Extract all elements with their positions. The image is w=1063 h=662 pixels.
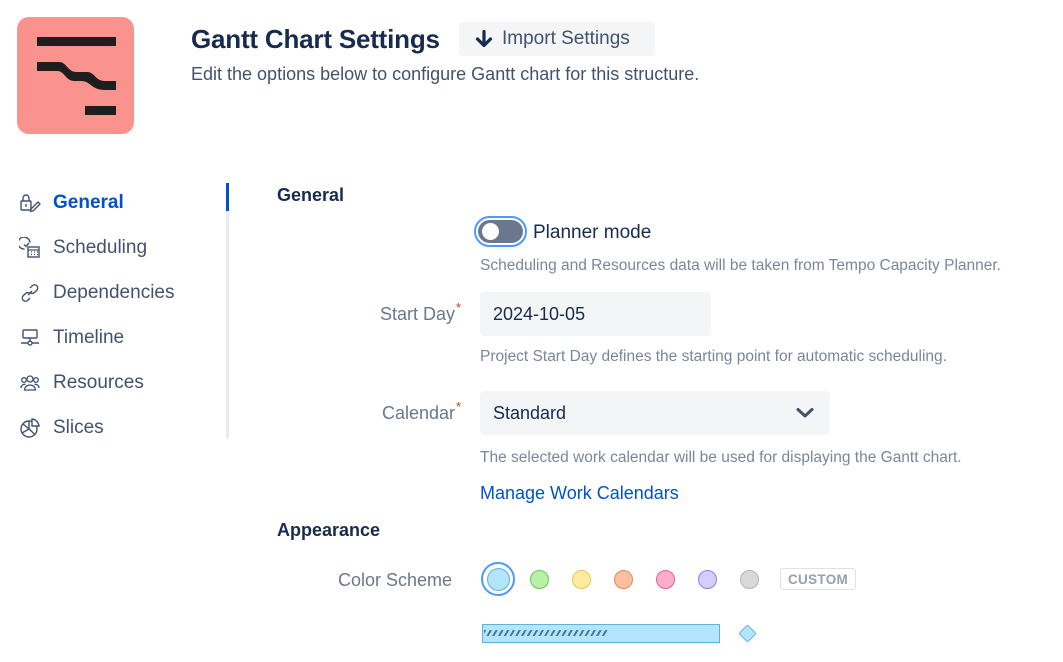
start-day-label-text: Start Day [380, 304, 456, 324]
toggle-knob [482, 223, 499, 240]
sidebar-item-label: General [53, 191, 124, 213]
timeline-icon [18, 326, 42, 350]
settings-sidebar: General Scheduling Dependencies Timeline… [18, 180, 228, 450]
sidebar-item-label: Timeline [53, 326, 125, 348]
gantt-bar-preview [482, 624, 720, 643]
planner-mode-toggle[interactable] [474, 216, 527, 247]
link-icon [18, 281, 42, 305]
sidebar-item-label: Scheduling [53, 236, 148, 258]
calendar-value: Standard [493, 402, 567, 423]
page-title: Gantt Chart Settings [191, 24, 440, 54]
swatch-gray[interactable] [740, 569, 759, 589]
people-icon [18, 371, 42, 395]
sidebar-item-timeline[interactable]: Timeline [18, 315, 228, 360]
sidebar-item-slices[interactable]: Slices [18, 405, 228, 450]
swatch-purple[interactable] [698, 569, 717, 589]
toggle-track [478, 220, 523, 243]
swatch-pink[interactable] [656, 569, 675, 589]
progress-stripes [484, 630, 608, 636]
manage-work-calendars-link[interactable]: Manage Work Calendars [480, 483, 679, 504]
sidebar-item-label: Resources [53, 371, 144, 393]
section-heading-appearance: Appearance [277, 520, 381, 540]
gantt-logo-icon [37, 37, 116, 115]
sidebar-item-general[interactable]: General [18, 180, 228, 225]
import-settings-button[interactable]: Import Settings [459, 22, 655, 56]
sidebar-active-indicator [226, 183, 229, 211]
swatch-yellow[interactable] [572, 569, 591, 589]
sidebar-item-resources[interactable]: Resources [18, 360, 228, 405]
sidebar-item-label: Slices [53, 416, 104, 438]
start-day-input[interactable]: 2024-10-05 [480, 292, 711, 336]
color-swatch [486, 567, 510, 591]
required-marker: * [456, 300, 462, 315]
swatch-blue-selected[interactable] [481, 562, 515, 596]
custom-color-button[interactable]: CUSTOM [780, 568, 857, 590]
section-heading-general: General [277, 185, 345, 205]
app-logo [17, 17, 134, 134]
chevron-down-icon [796, 408, 814, 418]
sidebar-item-dependencies[interactable]: Dependencies [18, 270, 228, 315]
calendar-help: The selected work calendar will be used … [480, 449, 962, 466]
swatch-green[interactable] [530, 569, 549, 589]
start-day-help: Project Start Day defines the starting p… [480, 348, 947, 365]
lock-edit-icon [18, 191, 42, 215]
import-settings-label: Import Settings [502, 28, 630, 49]
planner-mode-help: Scheduling and Resources data will be ta… [480, 257, 1001, 274]
milestone-preview-icon [738, 624, 757, 643]
arrow-down-icon [475, 30, 493, 48]
sidebar-item-scheduling[interactable]: Scheduling [18, 225, 228, 270]
calendar-label: Calendar* [382, 399, 461, 424]
required-marker: * [456, 399, 462, 414]
calendar-select[interactable]: Standard [480, 391, 830, 435]
pie-slices-icon [18, 416, 42, 440]
page-subtitle: Edit the options below to configure Gant… [191, 64, 700, 84]
sidebar-divider [226, 183, 229, 438]
calendar-label-text: Calendar [382, 403, 456, 423]
color-scheme-picker: CUSTOM [481, 562, 857, 596]
start-day-label: Start Day* [380, 300, 461, 325]
sidebar-item-label: Dependencies [53, 281, 175, 303]
color-scheme-label: Color Scheme [338, 570, 453, 590]
start-day-value: 2024-10-05 [493, 303, 586, 324]
planner-mode-label: Planner mode [533, 222, 652, 243]
clock-calendar-icon [18, 236, 42, 260]
swatch-orange[interactable] [614, 569, 633, 589]
